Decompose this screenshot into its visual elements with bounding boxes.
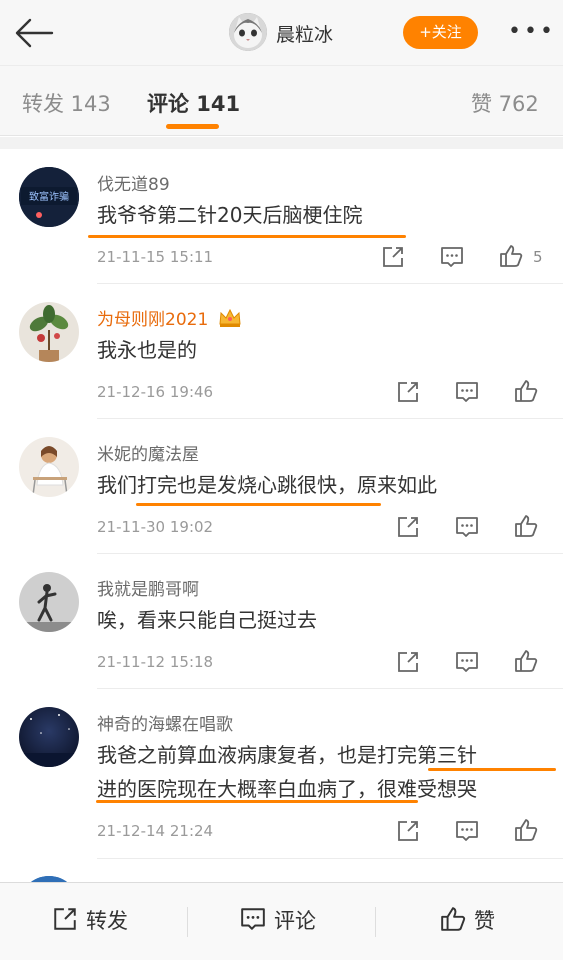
like-icon[interactable] [514,514,538,538]
comment-icon[interactable] [455,650,479,674]
comment-text: 我永也是的 [97,338,197,362]
comment-item: 我就是鹏哥啊 唉，看来只能自己挺过去 21-11-12 15:18 [0,554,563,689]
share-icon [54,908,76,930]
comment-timestamp: 21-11-30 19:02 [97,518,214,536]
like-label: 赞 [474,909,495,933]
avatar[interactable]: 致富诈骗 [19,167,79,227]
highlight-underline [136,503,381,506]
like-count: 5 [533,248,543,266]
comment-icon[interactable] [455,380,479,404]
tab-likes[interactable]: 赞 762 [471,88,539,118]
bottom-action-bar: 转发 评论 赞 [0,882,563,960]
divider [187,907,188,937]
share-icon[interactable] [396,819,420,843]
like-icon[interactable] [514,379,538,403]
like-icon [441,907,466,931]
divider [375,907,376,937]
avatar[interactable] [19,572,79,632]
comment-item: 为母则刚2021 我永也是的 21-12-16 19:46 [0,284,563,419]
commenter-name[interactable]: 伐无道89 [97,170,170,195]
comment-icon[interactable] [455,515,479,539]
comment-icon[interactable] [440,245,464,269]
comment-timestamp: 21-12-14 21:24 [97,822,214,840]
tab-repost[interactable]: 转发 143 [22,88,111,118]
like-icon[interactable] [514,649,538,673]
back-arrow-icon[interactable] [14,16,54,50]
like-icon[interactable] [499,244,523,268]
commenter-name[interactable]: 神奇的海螺在唱歌 [97,710,233,735]
share-icon[interactable] [381,245,405,269]
highlight-underline [88,235,406,238]
commenter-name[interactable]: 为母则刚2021 [97,305,242,330]
repost-button[interactable]: 转发 [52,905,128,935]
comment-icon [241,908,265,930]
tab-bar: 转发 143 评论 141 赞 762 [0,66,563,136]
commenter-name[interactable]: 米妮的魔法屋 [97,440,199,465]
tab-comments[interactable]: 评论 141 [147,88,240,118]
share-icon[interactable] [396,380,420,404]
comment-timestamp: 21-12-16 19:46 [97,383,214,401]
comment-label: 评论 [274,909,316,933]
highlight-underline [428,768,556,771]
comment-timestamp: 21-11-12 15:18 [97,653,214,671]
comment-icon[interactable] [455,819,479,843]
author-avatar[interactable] [229,13,267,51]
highlight-underline [96,800,418,803]
more-options-icon[interactable]: ••• [508,21,556,43]
share-icon[interactable] [396,515,420,539]
svg-text:致富诈骗: 致富诈骗 [29,190,69,203]
top-nav-bar: 晨粒冰 +关注 ••• [0,0,563,66]
like-button[interactable]: 赞 [440,905,495,935]
avatar[interactable] [19,302,79,362]
author-name[interactable]: 晨粒冰 [276,20,333,47]
commenter-name[interactable]: 我就是鹏哥啊 [97,575,199,600]
repost-label: 转发 [86,909,128,933]
avatar[interactable] [19,437,79,497]
avatar[interactable] [19,707,79,767]
comment-text: 我爷爷第二针20天后脑梗住院 [97,203,363,227]
comment-item: 致富诈骗 伐无道89 我爷爷第二针20天后脑梗住院 21-11-15 15:11… [0,149,563,284]
share-icon[interactable] [396,650,420,674]
active-tab-indicator [166,124,219,129]
comment-text: 唉，看来只能自己挺过去 [97,608,317,632]
like-icon[interactable] [514,818,538,842]
divider [97,858,563,859]
comment-text-line: 我爸之前算血液病康复者，也是打完第三针 [97,743,477,767]
comment-text: 我们打完也是发烧心跳很快，原来如此 [97,473,437,497]
follow-button[interactable]: +关注 [403,16,478,49]
comment-button[interactable]: 评论 [240,905,316,935]
comment-item: 神奇的海螺在唱歌 我爸之前算血液病康复者，也是打完第三针 进的医院现在大概率白血… [0,689,563,859]
crown-badge-icon [219,308,241,327]
comment-item: 米妮的魔法屋 我们打完也是发烧心跳很快，原来如此 21-11-30 19:02 [0,419,563,554]
section-divider [0,137,563,149]
comment-timestamp: 21-11-15 15:11 [97,248,214,266]
